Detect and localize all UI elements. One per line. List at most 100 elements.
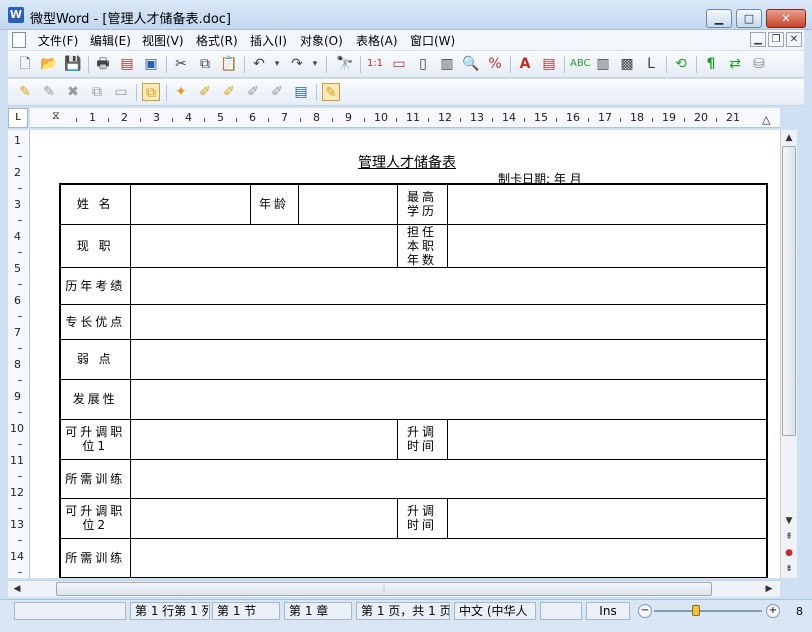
vertical-scrollbar[interactable]: ▲ ▼ ⇞ ● ⇟ [780, 130, 797, 578]
zoom-slider-knob[interactable] [692, 605, 700, 616]
copy-object-icon[interactable]: ⧉ [88, 83, 106, 101]
shading-icon[interactable]: ▩ [618, 55, 636, 73]
menu-edit[interactable]: 编辑(E) [90, 32, 131, 49]
paragraph-format-icon[interactable]: ▤ [540, 55, 558, 73]
scroll-up-icon[interactable]: ▲ [782, 131, 796, 145]
clear-marks-icon[interactable]: ✐ [268, 83, 286, 101]
delete-object-icon[interactable]: ✖ [64, 83, 82, 101]
object-manager-icon[interactable]: ⧉ [142, 83, 160, 101]
redo-dropdown-icon[interactable]: ▾ [306, 55, 324, 73]
eraser-icon[interactable]: ✐ [244, 83, 262, 101]
menu-object[interactable]: 对象(O) [300, 32, 343, 49]
zoom-in-plus-icon[interactable]: + [766, 604, 780, 618]
promotable-position-2-cell[interactable] [129, 497, 398, 539]
previous-page-icon[interactable]: ⇞ [782, 530, 796, 544]
promotion-time-1-cell[interactable] [446, 418, 768, 460]
potential-cell[interactable] [129, 378, 768, 420]
horizontal-ruler[interactable]: ⧖ 1 2 3 4 5 6 7 8 9 10 11 12 13 14 15 16 17 18 19 20 21 △ [30, 108, 780, 128]
name-cell[interactable] [129, 183, 251, 225]
zoom-in-icon[interactable]: 🔍 [462, 55, 480, 73]
annotation-icon[interactable]: ✎ [322, 83, 340, 101]
columns-icon[interactable]: ▥ [594, 55, 612, 73]
doc-restore-button[interactable]: ❐ [768, 32, 784, 47]
strengths-cell[interactable] [129, 303, 768, 340]
horizontal-scroll-thumb[interactable]: ⦙ [56, 582, 712, 596]
menu-insert[interactable]: 插入(I) [250, 32, 287, 49]
toolbar-separator [88, 56, 89, 73]
undo-icon[interactable]: ↶ [250, 55, 268, 73]
doc-close-button[interactable]: ✕ [786, 32, 802, 47]
marker-icon[interactable]: ✐ [196, 83, 214, 101]
promotion-time-2-cell[interactable] [446, 497, 768, 539]
document-icon[interactable] [12, 32, 26, 48]
new-object-icon[interactable]: ✎ [16, 83, 34, 101]
right-indent-marker[interactable]: △ [762, 113, 770, 126]
find-icon[interactable]: 🔭 [336, 55, 354, 73]
menu-format[interactable]: 格式(R) [196, 32, 238, 49]
weakness-cell[interactable] [129, 338, 768, 380]
left-indent-marker[interactable]: ⧖ [52, 109, 60, 123]
copy-icon[interactable]: ⧉ [196, 55, 214, 73]
next-page-icon[interactable]: ⇟ [782, 562, 796, 576]
notes-icon[interactable]: ▤ [292, 83, 310, 101]
pen-icon[interactable]: ✐ [220, 83, 238, 101]
undo-dropdown-icon[interactable]: ▾ [268, 55, 286, 73]
close-button[interactable]: ✕ [766, 9, 806, 28]
cut-icon[interactable]: ✂ [172, 55, 190, 73]
position-cell[interactable] [129, 223, 398, 268]
ruler-tick [428, 118, 429, 122]
training-1-cell[interactable] [129, 458, 768, 499]
menu-view[interactable]: 视图(V) [142, 32, 184, 49]
maximize-button[interactable]: □ [736, 9, 762, 28]
paste-icon[interactable]: 📋 [220, 55, 238, 73]
print-icon[interactable]: 🖶 [94, 55, 112, 73]
paragraph-marks-icon[interactable]: ¶ [702, 55, 720, 73]
training-2-cell[interactable] [129, 537, 768, 578]
redo-icon[interactable]: ↷ [288, 55, 306, 73]
zoom-percent-icon[interactable]: % [486, 55, 504, 73]
new-icon[interactable]: 🗋 [16, 55, 34, 73]
one-page-icon[interactable]: ▯ [414, 55, 432, 73]
edit-object-icon[interactable]: ✎ [40, 83, 58, 101]
menu-table[interactable]: 表格(A) [356, 32, 398, 49]
tenure-cell[interactable] [446, 223, 768, 268]
open-icon[interactable]: 📂 [40, 55, 58, 73]
age-cell[interactable] [297, 183, 398, 225]
spellcheck-icon[interactable]: ABC [570, 55, 591, 73]
promotion-time-1-label: 升调时间 [396, 418, 448, 460]
menu-file[interactable]: 文件(F) [38, 32, 78, 49]
horizontal-scrollbar[interactable]: ◀ ⦙ ▶ [8, 580, 780, 597]
frame-icon[interactable]: L [642, 55, 660, 73]
vertical-scroll-thumb[interactable] [782, 146, 796, 436]
hyphenation-icon[interactable]: ⇄ [726, 55, 744, 73]
zoom-slider-track[interactable] [654, 610, 762, 612]
page-width-icon[interactable]: ▭ [390, 55, 408, 73]
menu-window[interactable]: 窗口(W) [410, 32, 455, 49]
scroll-left-icon[interactable]: ◀ [10, 582, 24, 596]
preview-icon[interactable]: ▣ [142, 55, 160, 73]
browse-object-icon[interactable]: ● [782, 546, 796, 560]
zoom-out-icon[interactable]: − [638, 604, 652, 618]
refresh-icon[interactable]: ⟲ [672, 55, 690, 73]
ruler-number: 17 [598, 111, 612, 124]
save-icon[interactable]: 💾 [64, 55, 82, 73]
tab-stop-selector[interactable]: L [8, 108, 28, 128]
highlight-icon[interactable]: ✦ [172, 83, 190, 101]
scroll-down-icon[interactable]: ▼ [782, 514, 796, 528]
doc-minimize-button[interactable]: ▁ [750, 32, 766, 47]
minimize-button[interactable]: ▁ [706, 9, 732, 28]
move-object-icon[interactable]: ▭ [112, 83, 130, 101]
document-page[interactable]: 管理人才储备表 制卡日期: 年 月 姓 名 年龄 最高学历 现 职 担任本职年数… [30, 130, 780, 578]
status-insert-mode[interactable]: Ins [586, 602, 630, 620]
scroll-right-icon[interactable]: ▶ [762, 582, 776, 596]
promotable-position-1-cell[interactable] [129, 418, 398, 460]
education-cell[interactable] [446, 183, 768, 225]
pdf-icon[interactable]: ▤ [118, 55, 136, 73]
vertical-ruler[interactable]: 1 2 3 4 5 6 7 8 9 10 11 12 13 14 [8, 130, 30, 578]
database-icon[interactable]: ⛁ [750, 55, 768, 73]
performance-cell[interactable] [129, 266, 768, 305]
ruler-tick [18, 252, 22, 253]
font-icon[interactable]: A [516, 55, 534, 73]
two-pages-icon[interactable]: ▥ [438, 55, 456, 73]
zoom-100-icon[interactable]: 1:1 [366, 55, 384, 73]
